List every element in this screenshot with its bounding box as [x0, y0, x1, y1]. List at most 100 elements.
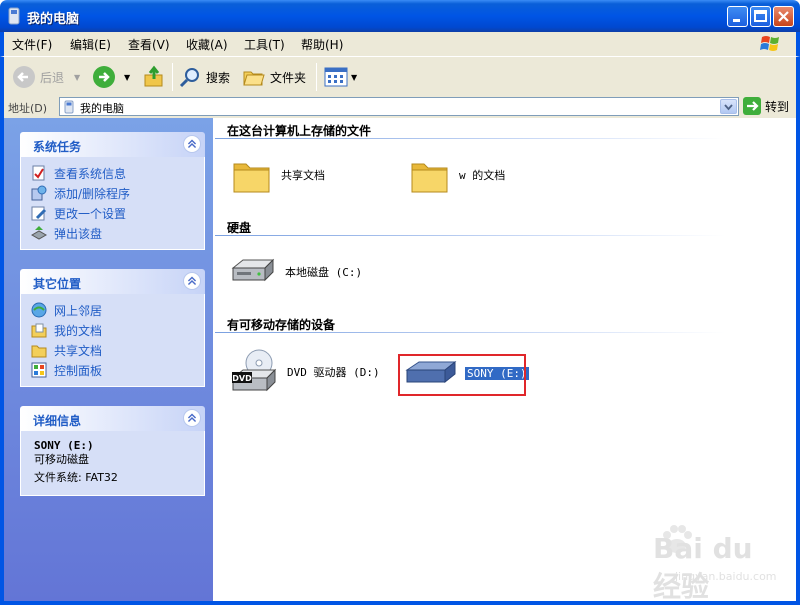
place-label: 控制面板 — [54, 363, 103, 378]
details-type: 可移动磁盘 — [34, 453, 89, 466]
go-arrow-icon — [743, 97, 761, 115]
item-label: w 的文档 — [459, 169, 506, 182]
chevron-down-icon — [724, 104, 733, 111]
back-dropdown-icon[interactable]: ▼ — [74, 73, 80, 82]
menu-edit[interactable]: 编辑(E) — [70, 36, 111, 53]
menu-tools[interactable]: 工具(T) — [244, 36, 285, 53]
place-label: 我的文档 — [54, 323, 103, 338]
system-tasks-panel: 系统任务 查看系统信息 添加/删除程序 更改一个设置 弹出该盘 — [20, 132, 205, 250]
section-title-removable: 有可移动存储的设备 — [227, 318, 336, 332]
highlight-annotation-box — [398, 354, 526, 396]
details-title: 详细信息 — [33, 414, 82, 428]
collapse-icon[interactable] — [183, 272, 201, 290]
section-divider — [215, 332, 725, 333]
windows-logo-icon — [760, 36, 779, 51]
folder-icon — [233, 163, 270, 193]
forward-button[interactable]: ▼ — [92, 63, 130, 91]
search-button[interactable]: 搜索 — [178, 63, 230, 91]
section-title-hard-disks: 硬盘 — [227, 221, 252, 235]
place-control-panel[interactable]: 控制面板 — [31, 360, 196, 380]
collapse-icon[interactable] — [183, 409, 201, 427]
address-input[interactable]: 我的电脑 — [59, 97, 739, 116]
address-label: 地址(D) — [8, 102, 48, 115]
task-add-remove-programs[interactable]: 添加/删除程序 — [31, 183, 196, 203]
computer-icon — [8, 7, 20, 25]
folders-label: 文件夹 — [270, 70, 307, 85]
maximize-icon — [754, 10, 767, 22]
place-label: 共享文档 — [54, 343, 103, 358]
my-documents-icon — [31, 323, 47, 338]
section-title-files: 在这台计算机上存储的文件 — [227, 124, 372, 138]
minimize-icon — [733, 19, 740, 22]
drive-local-c[interactable]: 本地磁盘 (C:) — [229, 254, 362, 290]
forward-dropdown-icon[interactable]: ▼ — [124, 73, 130, 82]
computer-icon — [64, 100, 74, 114]
place-network[interactable]: 网上邻居 — [31, 300, 196, 320]
folder-shared-documents[interactable]: 共享文档 — [231, 154, 325, 196]
system-tasks-title: 系统任务 — [33, 140, 82, 154]
menu-help[interactable]: 帮助(H) — [301, 36, 343, 53]
menu-view[interactable]: 查看(V) — [128, 36, 170, 53]
toolbar: 后退 ▼ ▼ 搜索 文件夹 ▼ — [0, 56, 800, 96]
baidu-jingyan-watermark: Bai du 经验 jingyan.baidu.com — [615, 520, 785, 603]
details-header[interactable]: 详细信息 — [20, 406, 205, 431]
close-icon — [778, 11, 789, 22]
watermark-brand: Bai du 经验 — [653, 532, 753, 603]
address-dropdown-button[interactable] — [720, 99, 737, 114]
views-button[interactable]: ▼ — [324, 63, 357, 91]
control-panel-icon — [31, 362, 47, 378]
drive-dvd-d[interactable]: DVD DVD 驱动器 (D:) — [229, 348, 380, 396]
collapse-icon[interactable] — [183, 135, 201, 153]
task-label: 查看系统信息 — [54, 166, 127, 181]
details-panel: 详细信息 SONY (E:) 可移动磁盘 文件系统: FAT32 — [20, 406, 205, 496]
section-divider — [215, 235, 725, 236]
search-icon — [179, 68, 199, 88]
go-label: 转到 — [765, 99, 790, 114]
network-icon — [31, 302, 47, 318]
title-bar[interactable]: 我的电脑 — [0, 0, 800, 32]
minimize-button[interactable] — [727, 6, 748, 27]
other-places-title: 其它位置 — [33, 277, 82, 291]
folder-up-icon — [144, 65, 163, 87]
window-border-right — [796, 118, 800, 601]
menu-bar: 文件(F) 编辑(E) 查看(V) 收藏(A) 工具(T) 帮助(H) — [0, 32, 800, 56]
folders-button[interactable]: 文件夹 — [242, 63, 306, 91]
search-label: 搜索 — [206, 70, 231, 85]
place-my-documents[interactable]: 我的文档 — [31, 320, 196, 340]
item-label: 本地磁盘 (C:) — [285, 266, 363, 279]
dvd-drive-icon: DVD — [231, 349, 277, 392]
menu-file[interactable]: 文件(F) — [12, 36, 52, 53]
maximize-button[interactable] — [750, 6, 771, 27]
dvd-badge: DVD — [232, 374, 252, 383]
task-change-setting[interactable]: 更改一个设置 — [31, 203, 196, 223]
up-button[interactable] — [142, 63, 166, 91]
go-button[interactable]: 转到 — [743, 97, 789, 115]
watermark-url: jingyan.baidu.com — [675, 570, 777, 583]
item-label: DVD 驱动器 (D:) — [287, 366, 380, 379]
back-button[interactable]: 后退 ▼ — [12, 63, 80, 91]
eject-icon — [31, 226, 47, 240]
back-arrow-icon — [13, 66, 35, 88]
close-button[interactable] — [773, 6, 794, 27]
task-label: 添加/删除程序 — [54, 186, 131, 201]
other-places-header[interactable]: 其它位置 — [20, 269, 205, 294]
place-label: 网上邻居 — [54, 303, 103, 318]
folder-icon — [411, 163, 448, 193]
views-dropdown-icon[interactable]: ▼ — [351, 73, 357, 82]
menu-favorites[interactable]: 收藏(A) — [186, 36, 228, 53]
folder-icon — [31, 345, 47, 358]
folders-icon — [243, 71, 265, 86]
task-eject-disk[interactable]: 弹出该盘 — [31, 223, 196, 243]
place-shared-documents[interactable]: 共享文档 — [31, 340, 196, 360]
folder-user-documents[interactable]: w 的文档 — [409, 154, 505, 196]
item-label: 共享文档 — [281, 169, 325, 182]
hard-disk-icon — [231, 258, 275, 282]
task-pane: 系统任务 查看系统信息 添加/删除程序 更改一个设置 弹出该盘 其它位置 网上邻… — [0, 118, 213, 601]
system-tasks-header[interactable]: 系统任务 — [20, 132, 205, 157]
add-remove-programs-icon — [31, 185, 47, 201]
forward-arrow-icon — [93, 66, 115, 88]
window-title: 我的电脑 — [27, 12, 80, 27]
change-setting-icon — [31, 206, 47, 221]
task-view-system-info[interactable]: 查看系统信息 — [31, 163, 196, 183]
section-divider — [215, 138, 725, 139]
